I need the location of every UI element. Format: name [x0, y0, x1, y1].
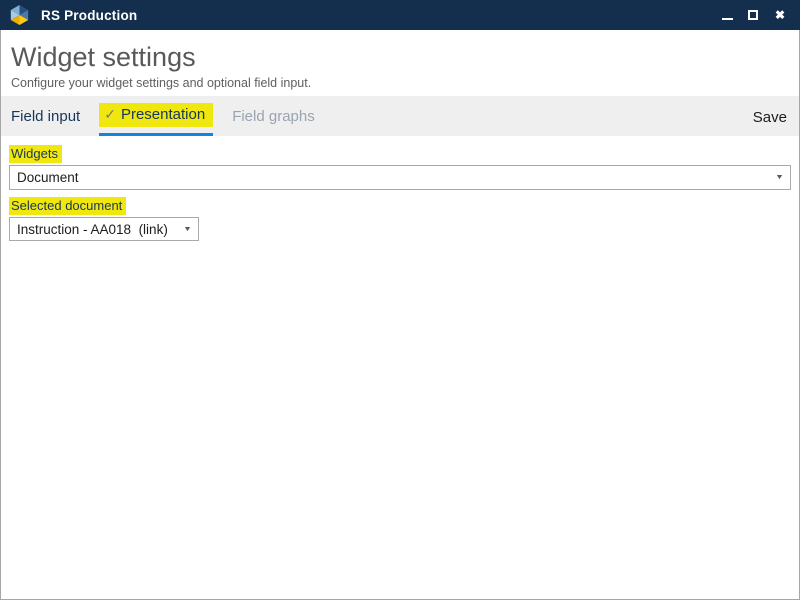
- selected-document-label: Selected document: [9, 197, 126, 215]
- tab-presentation-highlight: ✓ Presentation: [99, 103, 213, 127]
- widgets-select-value: Document: [17, 170, 79, 185]
- tab-field-graphs-label: Field graphs: [232, 108, 315, 125]
- tab-field-input-label: Field input: [11, 108, 80, 125]
- window-title: RS Production: [41, 8, 722, 23]
- minimize-button[interactable]: [722, 9, 734, 21]
- selected-document-field-group: Selected document Instruction - AA018 (l…: [9, 197, 791, 241]
- close-button[interactable]: ✖: [774, 9, 786, 21]
- tab-field-graphs[interactable]: Field graphs: [232, 96, 315, 136]
- save-button-label: Save: [753, 109, 787, 126]
- selected-document-select[interactable]: Instruction - AA018 (link) ▼: [9, 217, 199, 241]
- close-icon: ✖: [775, 9, 785, 21]
- titlebar: RS Production ✖: [0, 0, 800, 30]
- minimize-icon: [722, 18, 733, 20]
- widgets-label: Widgets: [9, 145, 62, 163]
- widgets-field-group: Widgets Document ▼: [9, 145, 791, 190]
- dropdown-arrow-icon: ▼: [183, 226, 192, 233]
- dropdown-arrow-icon: ▼: [775, 174, 784, 181]
- tab-bar: Field input ✓ Presentation Field graphs …: [1, 96, 799, 136]
- tab-field-input[interactable]: Field input: [11, 96, 80, 136]
- page-subtitle: Configure your widget settings and optio…: [11, 76, 789, 90]
- save-button[interactable]: Save: [753, 96, 787, 136]
- tab-presentation[interactable]: ✓ Presentation: [99, 96, 213, 136]
- maximize-button[interactable]: [748, 9, 760, 21]
- check-icon: ✓: [104, 106, 116, 123]
- page-header: Widget settings Configure your widget se…: [1, 30, 799, 96]
- window-controls: ✖: [722, 9, 792, 21]
- settings-form: Widgets Document ▼ Selected document Ins…: [1, 136, 799, 599]
- selected-document-select-value: Instruction - AA018 (link): [17, 222, 168, 237]
- tab-presentation-label: Presentation: [121, 106, 205, 123]
- app-window: RS Production ✖ Widget settings Configur…: [0, 0, 800, 600]
- app-logo-cube-icon: [9, 4, 30, 26]
- maximize-icon: [748, 10, 758, 20]
- widgets-select[interactable]: Document ▼: [9, 165, 791, 190]
- page-title: Widget settings: [11, 40, 789, 74]
